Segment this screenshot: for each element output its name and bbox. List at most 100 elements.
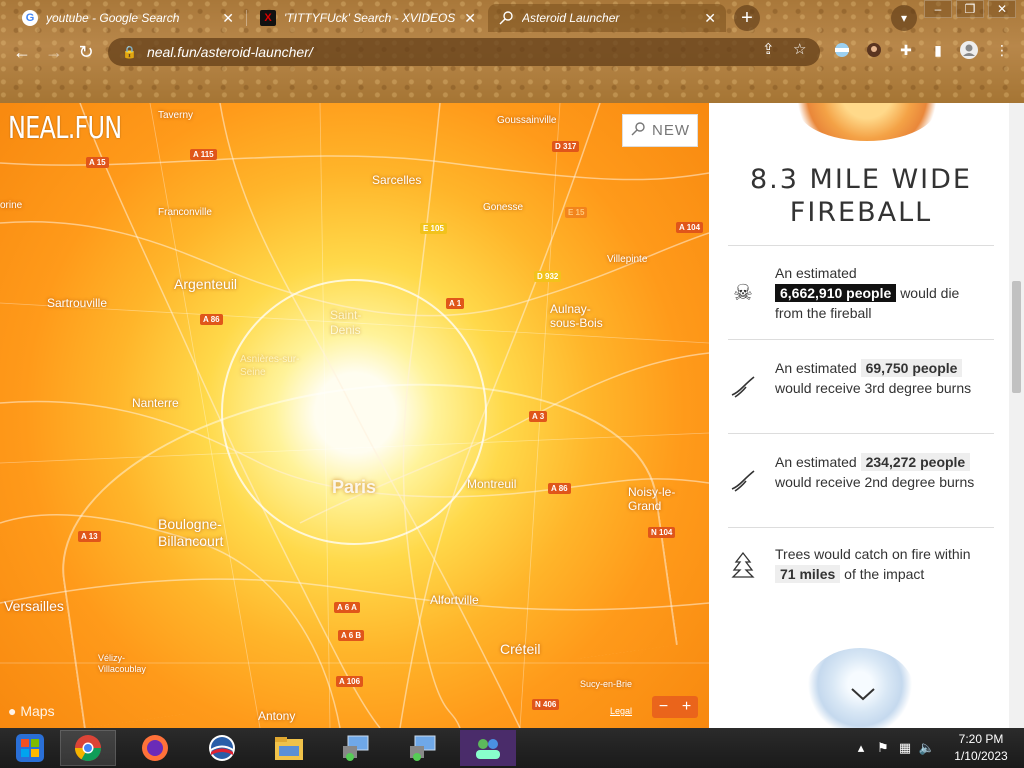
map-label: Noisy-le-Grand (628, 485, 676, 513)
road-shield: N 104 (648, 527, 676, 538)
panel-scrollbar[interactable] (1009, 103, 1024, 728)
asteroid-icon (630, 121, 646, 141)
road-shield: A 3 (529, 411, 548, 422)
road-shield: D 932 (534, 271, 562, 282)
minimize-button[interactable]: – (924, 0, 952, 18)
back-arrow-icon[interactable]: ← (10, 40, 34, 64)
stat-fireball-deaths: ☠ An estimated 6,662,910 people would di… (728, 245, 994, 339)
asteroid-icon (498, 10, 514, 26)
new-tab-button[interactable]: + (734, 5, 760, 31)
stat-trees-on-fire: Trees would catch on fire within 71 mile… (728, 527, 994, 597)
map-label: Villepinte (607, 254, 648, 265)
zoom-in-button[interactable]: + (682, 698, 691, 716)
map-label: Franconville (158, 207, 212, 218)
obama-logo-icon[interactable] (194, 730, 250, 766)
close-tab-icon[interactable]: ✕ (704, 10, 716, 27)
share-icon[interactable]: ⇪ (762, 40, 775, 58)
map-label: Asnières-sur-Seine (240, 354, 300, 378)
system-tray: ▴ ⚑ ▦ 🔈 7:20 PM 1/10/2023 (850, 728, 1024, 768)
close-tab-icon[interactable]: ✕ (464, 10, 476, 27)
profile-extension-icon[interactable] (864, 40, 884, 60)
map-label: Créteil (500, 641, 541, 657)
tab-separator (246, 10, 247, 26)
map-label: Antony (258, 709, 296, 723)
network-app-icon[interactable] (328, 730, 384, 766)
map-label: Nanterre (132, 396, 179, 410)
zoom-out-button[interactable]: − (659, 698, 668, 716)
extension-flag-icon[interactable] (832, 40, 852, 60)
map-label: Aulnay-sous-Bois (550, 302, 603, 330)
road-shield: N 406 (532, 699, 560, 710)
window-close-button[interactable]: ✕ (988, 0, 1016, 18)
neal-fun-logo[interactable]: NEAL.FUN (8, 111, 122, 146)
map-label: Versailles (4, 598, 64, 614)
browser-menu-icon[interactable]: ⋮ (992, 40, 1012, 60)
users-icon[interactable] (460, 730, 516, 766)
volume-icon[interactable]: 🔈 (916, 740, 938, 756)
firefox-icon[interactable] (127, 730, 183, 766)
chrome-icon[interactable] (60, 730, 116, 766)
road-shield: A 6 A (334, 602, 360, 613)
network-app-2-icon[interactable] (395, 730, 451, 766)
show-hidden-icons-chevron-icon[interactable]: ▴ (850, 740, 872, 756)
url-text: neal.fun/asteroid-launcher/ (146, 44, 313, 60)
road-shield: A 106 (336, 676, 364, 687)
road-shield: D 317 (552, 141, 580, 152)
reload-icon[interactable]: ↻ (74, 40, 98, 64)
window-controls: – ❐ ✕ (924, 0, 1016, 18)
skull-icon: ☠ (733, 280, 753, 305)
apple-logo-icon: ● (8, 703, 17, 719)
road-shield: A 115 (190, 149, 217, 160)
windows-taskbar: ▴ ⚑ ▦ 🔈 7:20 PM 1/10/2023 (0, 728, 1024, 768)
death-count: 6,662,910 people (775, 284, 897, 302)
browser-chrome: G youtube - Google Search ✕ X 'TITTYFUck… (0, 0, 1024, 103)
extensions-puzzle-icon[interactable]: ✚ (896, 40, 916, 60)
zoom-controls: − + (652, 696, 698, 718)
tab-asteroid-launcher[interactable]: Asteroid Launcher ✕ (488, 4, 726, 32)
map-label: Sucy-en-Brie (580, 679, 633, 689)
stat-second-degree-burns: An estimated 234,272 people would receiv… (728, 433, 994, 527)
address-bar[interactable]: 🔒 neal.fun/asteroid-launcher/ (108, 38, 820, 66)
tree-icon (728, 550, 758, 580)
road-shield: A 15 (86, 157, 109, 168)
tab-google-search[interactable]: G youtube - Google Search ✕ (12, 4, 244, 32)
restore-button[interactable]: ❐ (956, 0, 984, 18)
file-explorer-icon[interactable] (261, 730, 317, 766)
burned-arm-icon (728, 466, 758, 496)
map-label: Vélizy-Villacoublay (98, 653, 146, 674)
map-label: Sartrouville (47, 296, 108, 310)
road-shield: A 6 B (338, 630, 365, 641)
third-degree-count: 69,750 people (860, 359, 963, 377)
map-label: Argenteuil (174, 276, 238, 292)
map-label: Montreuil (467, 477, 517, 491)
fireball-illustration (797, 103, 937, 141)
road-shield: E 15 (565, 207, 588, 218)
account-avatar-icon[interactable] (959, 40, 979, 60)
forward-arrow-icon[interactable]: → (42, 40, 66, 64)
panel-title: 8.3 MILE WIDE FIREBALL (750, 164, 972, 228)
second-degree-count: 234,272 people (860, 453, 971, 471)
road-shield: E 105 (420, 223, 447, 234)
side-panel-icon[interactable]: ▮ (928, 40, 948, 60)
close-tab-icon[interactable]: ✕ (222, 10, 234, 27)
map-label: Boulogne-Billancourt (158, 516, 224, 549)
map-label: Gonesse (483, 202, 524, 213)
map-label: Sarcelles (372, 173, 422, 187)
tab-search-chevron-icon[interactable]: ▾ (891, 5, 917, 31)
legal-link[interactable]: Legal (610, 706, 632, 716)
apple-maps-attribution: ● Maps (8, 703, 55, 719)
burned-arm-icon (728, 372, 758, 402)
map-label-paris: Paris (332, 477, 377, 497)
results-panel: 8.3 MILE WIDE FIREBALL ☠ An estimated 6,… (709, 103, 1009, 728)
new-asteroid-button[interactable]: NEW (622, 114, 698, 147)
scrollbar-thumb[interactable] (1012, 281, 1021, 393)
road-shield: A 86 (200, 314, 223, 325)
system-clock[interactable]: 7:20 PM 1/10/2023 (938, 731, 1024, 765)
bookmark-star-icon[interactable]: ☆ (793, 40, 806, 58)
network-icon[interactable]: ▦ (894, 740, 916, 756)
tab-xvideos[interactable]: X 'TITTYFUck' Search - XVIDEOS ✕ (250, 4, 486, 32)
action-center-flag-icon[interactable]: ⚑ (872, 740, 894, 756)
start-icon[interactable] (2, 730, 58, 766)
impact-map[interactable]: Taverny Goussainville Sarcelles Franconv… (0, 103, 709, 728)
chevron-down-icon[interactable] (850, 686, 876, 702)
